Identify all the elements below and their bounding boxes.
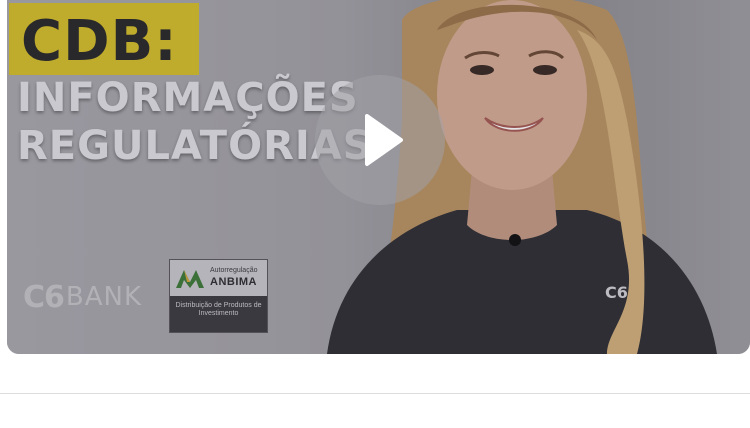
play-button[interactable] bbox=[315, 75, 445, 205]
divider bbox=[0, 393, 750, 394]
page: C6 CDB: INFORMAÇÕES REGULATÓRIAS C6 BANK… bbox=[0, 0, 750, 428]
play-icon bbox=[365, 114, 403, 166]
video-player[interactable]: C6 CDB: INFORMAÇÕES REGULATÓRIAS C6 BANK… bbox=[7, 0, 750, 354]
